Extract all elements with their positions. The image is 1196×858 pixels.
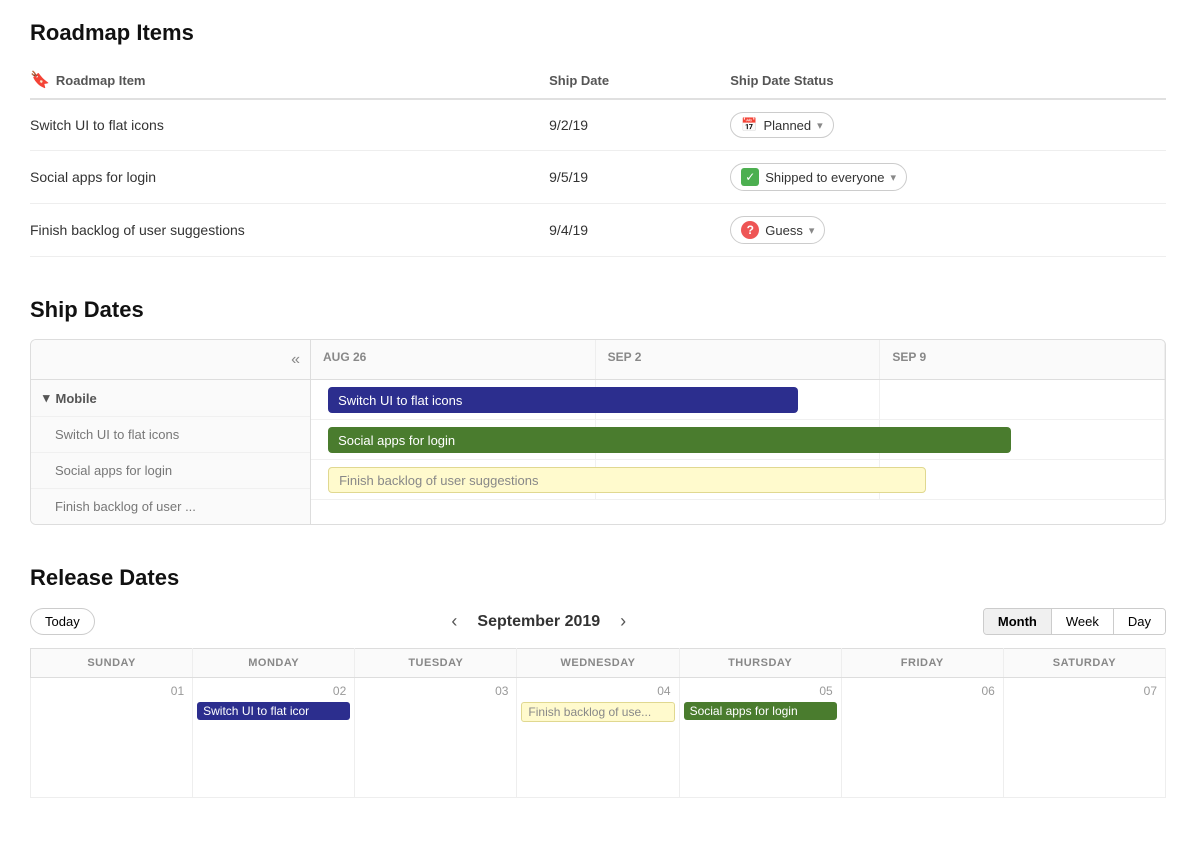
status-label: Planned [763,118,811,133]
gantt-chart: « ▾ Mobile Switch UI to flat icons Socia… [30,339,1166,525]
gantt-col-sep2: SEP 2 [596,340,881,379]
dow-tuesday: TUESDAY [355,649,517,678]
collapse-button[interactable]: « [291,351,300,369]
release-dates-section: Release Dates Today ‹ September 2019 › M… [30,565,1166,798]
roadmap-ship-date: 9/5/19 [539,151,720,204]
calendar-day-cell[interactable]: 06 [841,678,1003,798]
calendar-day-cell[interactable]: 04 Finish backlog of use... [517,678,679,798]
calendar-day-cell[interactable]: 02 Switch UI to flat icor [193,678,355,798]
gantt-main: AUG 26 SEP 2 SEP 9 Switch UI to flat ico… [311,340,1165,524]
dow-wednesday: WEDNESDAY [517,649,679,678]
status-badge[interactable]: 📅 Planned ▾ [730,112,833,138]
table-row: Finish backlog of user suggestions9/4/19… [30,204,1166,257]
bookmark-icon: 🔖 [30,70,50,90]
gantt-col-sep9: SEP 9 [880,340,1165,379]
calendar-day-cell[interactable]: 05 Social apps for login [679,678,841,798]
calendar-day-cell[interactable]: 03 [355,678,517,798]
gantt-item-0: Switch UI to flat icons [31,416,310,452]
dropdown-arrow-icon: ▾ [891,171,897,184]
status-badge[interactable]: ✓ Shipped to everyone ▾ [730,163,907,191]
calendar-nav: ‹ September 2019 › [111,607,967,636]
col-header-item: 🔖 Roadmap Item [30,62,539,99]
table-row: Switch UI to flat icons9/2/19 📅 Planned ▾ [30,99,1166,151]
status-label: Guess [765,223,803,238]
dropdown-arrow-icon: ▾ [817,119,823,132]
gantt-bar-backlog[interactable]: Finish backlog of user suggestions [328,467,926,493]
roadmap-item-name: Finish backlog of user suggestions [30,204,539,257]
roadmap-status-cell: ✓ Shipped to everyone ▾ [720,151,1166,204]
view-toggle: Month Week Day [983,608,1166,635]
gantt-header: AUG 26 SEP 2 SEP 9 [311,340,1165,380]
ship-dates-title: Ship Dates [30,297,1166,323]
view-day-button[interactable]: Day [1114,609,1165,634]
dow-saturday: SATURDAY [1003,649,1165,678]
main-page: Roadmap Items 🔖 Roadmap Item Ship Date S… [0,0,1196,818]
calendar-day-cell[interactable]: 01 [31,678,193,798]
roadmap-table: 🔖 Roadmap Item Ship Date Ship Date Statu… [30,62,1166,257]
gantt-col-aug26: AUG 26 [311,340,596,379]
calendar-table: SUNDAY MONDAY TUESDAY WEDNESDAY THURSDAY… [30,648,1166,798]
col-header-ship-date: Ship Date [539,62,720,99]
gantt-rows: Switch UI to flat icons Social apps for … [311,380,1165,500]
calendar-event[interactable]: Finish backlog of use... [521,702,674,722]
status-label: Shipped to everyone [765,170,884,185]
gantt-sidebar: « ▾ Mobile Switch UI to flat icons Socia… [31,340,311,524]
dow-friday: FRIDAY [841,649,1003,678]
day-number: 02 [197,682,350,700]
ship-dates-section: Ship Dates « ▾ Mobile Switch UI to flat … [30,297,1166,525]
today-button[interactable]: Today [30,608,95,635]
view-month-button[interactable]: Month [984,609,1052,634]
dow-sunday: SUNDAY [31,649,193,678]
roadmap-status-cell: ? Guess ▾ [720,204,1166,257]
gantt-group-mobile: ▾ Mobile Switch UI to flat icons Social … [31,380,310,524]
calendar-event[interactable]: Social apps for login [684,702,837,720]
day-number: 03 [359,682,512,700]
release-dates-title: Release Dates [30,565,1166,591]
table-row: Social apps for login9/5/19 ✓ Shipped to e… [30,151,1166,204]
day-number: 04 [521,682,674,700]
calendar-controls: Today ‹ September 2019 › Month Week Day [30,607,1166,636]
dropdown-arrow-icon: ▾ [809,224,815,237]
roadmap-item-name: Switch UI to flat icons [30,99,539,151]
view-week-button[interactable]: Week [1052,609,1114,634]
shipped-icon: ✓ [741,168,759,186]
calendar-event[interactable]: Switch UI to flat icor [197,702,350,720]
col-header-status: Ship Date Status [720,62,1166,99]
calendar-month-label: September 2019 [477,613,600,631]
gantt-bar-switch-ui[interactable]: Switch UI to flat icons [328,387,798,413]
prev-month-button[interactable]: ‹ [443,607,465,636]
gantt-item-1: Social apps for login [31,452,310,488]
roadmap-item-name: Social apps for login [30,151,539,204]
roadmap-title: Roadmap Items [30,20,1166,46]
chevron-down-icon: ▾ [43,390,50,406]
roadmap-ship-date: 9/2/19 [539,99,720,151]
gantt-row-0: Switch UI to flat icons [311,380,1165,420]
gantt-row-2: Finish backlog of user suggestions [311,460,1165,500]
day-number: 06 [846,682,999,700]
day-number: 07 [1008,682,1161,700]
gantt-bar-social-apps[interactable]: Social apps for login [328,427,1011,453]
next-month-button[interactable]: › [612,607,634,636]
status-badge[interactable]: ? Guess ▾ [730,216,825,244]
day-number: 01 [35,682,188,700]
calendar-week-row: 01 02 Switch UI to flat icor 03 04 Finish bac… [31,678,1166,798]
guess-icon: ? [741,221,759,239]
roadmap-ship-date: 9/4/19 [539,204,720,257]
planned-icon: 📅 [741,117,757,133]
roadmap-status-cell: 📅 Planned ▾ [720,99,1166,151]
gantt-sidebar-header: « [31,340,310,380]
dow-thursday: THURSDAY [679,649,841,678]
day-number: 05 [684,682,837,700]
roadmap-section: Roadmap Items 🔖 Roadmap Item Ship Date S… [30,20,1166,257]
gantt-item-2: Finish backlog of user ... [31,488,310,524]
calendar-day-cell[interactable]: 07 [1003,678,1165,798]
gantt-group-label[interactable]: ▾ Mobile [31,380,310,416]
gantt-row-1: Social apps for login [311,420,1165,460]
dow-monday: MONDAY [193,649,355,678]
